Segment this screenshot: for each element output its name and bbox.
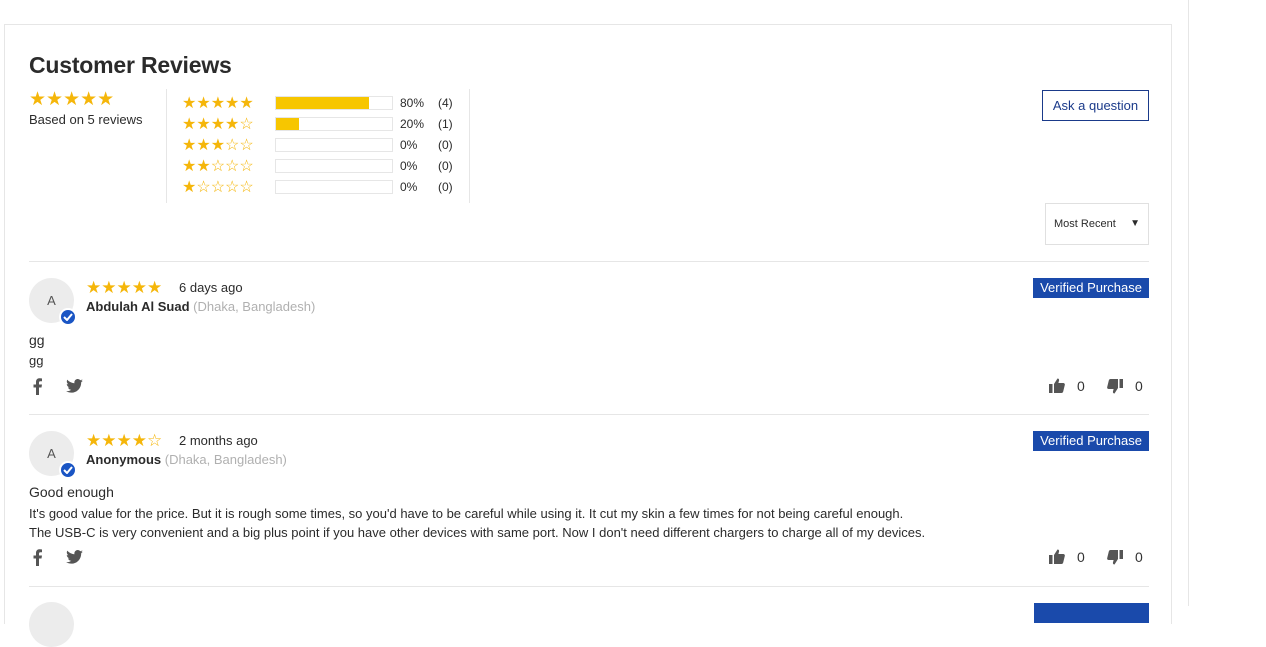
histogram-percent: 80%: [400, 96, 425, 110]
histogram-stars: ★★★★★: [182, 95, 254, 112]
thumbs-up-icon[interactable]: [1049, 549, 1065, 567]
likes-count: 0: [1077, 378, 1085, 394]
check-icon: [59, 308, 77, 326]
review-body-line: The USB-C is very convenient and a big p…: [29, 525, 926, 540]
review-votes: 0 0: [1049, 378, 1149, 396]
histogram-bar: [275, 138, 393, 152]
review-body: gg: [29, 353, 44, 368]
review-title: gg: [29, 332, 45, 348]
divider: [166, 89, 167, 203]
histogram-count: (4): [438, 96, 453, 110]
histogram-percent: 0%: [400, 159, 418, 173]
reviewer-name: Anonymous (Dhaka, Bangladesh): [86, 452, 287, 467]
review-stars: ★★★★★: [86, 278, 163, 297]
reviews-count-label: Based on 5 reviews: [29, 112, 143, 127]
review-item: A ★★★★★ 6 days ago Abdulah Al Suad (Dhak…: [29, 278, 1149, 398]
histogram-stars: ★★★★☆: [182, 116, 254, 133]
review-date: 2 months ago: [179, 433, 258, 448]
sort-dropdown[interactable]: Most Recent ▼: [1045, 203, 1149, 245]
reviewer-location: (Dhaka, Bangladesh): [193, 299, 316, 314]
review-date: 6 days ago: [179, 280, 243, 295]
reviews-panel: Customer Reviews ★★★★★ Based on 5 review…: [4, 24, 1172, 647]
histogram-bar: [275, 180, 393, 194]
page-title: Customer Reviews: [29, 52, 232, 78]
histogram-count: (0): [438, 180, 453, 194]
verified-badge: [1034, 603, 1149, 623]
histogram-count: (0): [438, 159, 453, 173]
histogram-percent: 0%: [400, 180, 418, 194]
histogram-count: (1): [438, 117, 453, 131]
divider: [469, 89, 470, 203]
divider: [29, 586, 1149, 587]
thumbs-down-icon[interactable]: [1107, 550, 1123, 568]
caret-down-icon: ▼: [1130, 218, 1140, 229]
verified-badge: Verified Purchase: [1033, 431, 1149, 451]
dislikes-count: 0: [1135, 549, 1143, 565]
thumbs-up-icon[interactable]: [1049, 378, 1065, 396]
histogram-percent: 0%: [400, 138, 418, 152]
summary-stars: ★★★★★: [29, 89, 115, 110]
review-title: Good enough: [29, 484, 114, 500]
check-icon: [59, 461, 77, 479]
sort-selected-value: Most Recent: [1054, 218, 1116, 230]
histogram-bar: [275, 159, 393, 173]
histogram-stars: ★★☆☆☆: [182, 158, 254, 175]
review-item: A ★★★★☆ 2 months ago Anonymous (Dhaka, B…: [29, 431, 1149, 581]
histogram-stars: ★★★☆☆: [182, 137, 254, 154]
histogram-count: (0): [438, 138, 453, 152]
likes-count: 0: [1077, 549, 1085, 565]
reviewer-location: (Dhaka, Bangladesh): [164, 452, 287, 467]
reviewer-name: Abdulah Al Suad (Dhaka, Bangladesh): [86, 299, 316, 314]
divider: [29, 414, 1149, 415]
histogram-bar: [275, 117, 393, 131]
twitter-icon[interactable]: [66, 379, 83, 398]
histogram-bar-fill: [276, 97, 369, 109]
histogram-bar-fill: [276, 118, 300, 130]
histogram-stars: ★☆☆☆☆: [182, 179, 254, 196]
page-divider: [1188, 0, 1189, 606]
facebook-icon[interactable]: [33, 549, 42, 571]
review-stars: ★★★★☆: [86, 431, 163, 450]
twitter-icon[interactable]: [66, 550, 83, 569]
dislikes-count: 0: [1135, 378, 1143, 394]
facebook-icon[interactable]: [33, 378, 42, 400]
avatar: [29, 602, 74, 647]
histogram-percent: 20%: [400, 117, 425, 131]
verified-badge: Verified Purchase: [1033, 278, 1149, 298]
divider: [29, 261, 1149, 262]
review-votes: 0 0: [1049, 549, 1149, 567]
thumbs-down-icon[interactable]: [1107, 379, 1123, 397]
review-body-line: It's good value for the price. But it is…: [29, 506, 904, 521]
histogram-bar: [275, 96, 393, 110]
ask-question-button[interactable]: Ask a question: [1042, 90, 1149, 121]
